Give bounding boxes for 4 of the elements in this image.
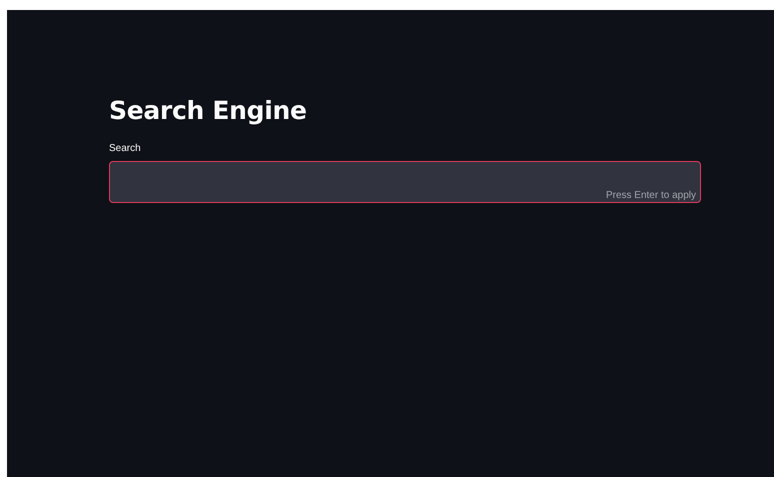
field-label: Search: [109, 143, 142, 154]
input-hint: Press Enter to apply: [606, 190, 696, 201]
page-title: Search Engine: [109, 96, 308, 125]
search-field[interactable]: Press Enter to apply: [109, 161, 701, 203]
